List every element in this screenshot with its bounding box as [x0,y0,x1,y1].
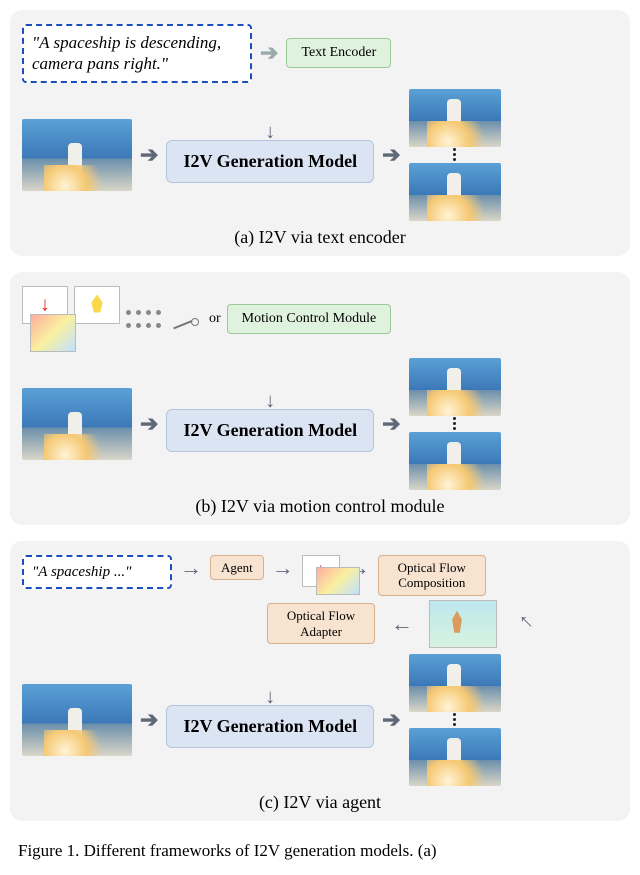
input-image [22,684,132,756]
text-prompt: "A spaceship is descending, camera pans … [22,24,252,83]
model-col: ↓ I2V Generation Model [166,126,374,183]
panel-c-top-row: "A spaceship ..." → Agent → → Optical Fl… [22,555,618,596]
control-thumbs [22,286,120,352]
output-frame [409,654,501,712]
panel-b-top-row: or Motion Control Module [22,286,618,352]
panel-b: or Motion Control Module ➔ ↓ I2V Generat… [10,272,630,525]
panel-c-caption: (c) I2V via agent [22,792,618,813]
arrow-down-icon: ↓ [265,691,275,703]
arrow-right-icon: → [272,555,294,581]
dots-icon [126,310,161,315]
output-frames [409,654,501,786]
text-encoder-box: Text Encoder [286,38,391,68]
or-label: or [209,311,221,327]
arrow-right-icon: ➔ [140,707,158,733]
model-col: ↓ I2V Generation Model [166,395,374,452]
output-frame [409,728,501,786]
flow-thumb [316,567,360,595]
agent-box: Agent [210,555,264,581]
flow-thumb [30,314,76,352]
mask-thumb [74,286,120,324]
panel-c-mid-row: Optical Flow Adapter ← → [22,600,618,648]
arrow-right-icon: ➔ [382,142,400,168]
input-image [22,388,132,460]
arrow-left-icon: ← [391,611,413,637]
output-frames [409,89,501,221]
output-frames [409,358,501,490]
sparse-thumbs [302,555,340,592]
output-frame [409,432,501,490]
panel-a-model-row: ➔ ↓ I2V Generation Model ➔ [22,89,618,221]
panel-a: "A spaceship is descending, camera pans … [10,10,630,256]
figure-caption: Figure 1. Different frameworks of I2V ge… [10,837,630,865]
optical-flow-composition-box: Optical Flow Composition [378,555,486,596]
model-col: ↓ I2V Generation Model [166,691,374,748]
text-prompt: "A spaceship ..." [22,555,172,590]
arrow-right-icon: ➔ [382,411,400,437]
arrow-right-icon: ➔ [260,40,278,66]
dense-flow-thumb [429,600,497,648]
arrow-right-icon: → [180,555,202,581]
vdots-icon [453,416,456,432]
i2v-model-box: I2V Generation Model [166,409,374,452]
arrow-right-icon: ➔ [140,411,158,437]
vdots-icon [453,147,456,163]
switch-icon [167,306,203,332]
i2v-model-box: I2V Generation Model [166,705,374,748]
i2v-model-box: I2V Generation Model [166,140,374,183]
arrow-right-icon: ➔ [382,707,400,733]
arrow-down-icon: ↓ [265,126,275,138]
panel-b-caption: (b) I2V via motion control module [22,496,618,517]
dots-icon [126,323,161,328]
arrow-right-icon: ➔ [140,142,158,168]
panel-a-caption: (a) I2V via text encoder [22,227,618,248]
panel-a-top-row: "A spaceship is descending, camera pans … [22,24,618,83]
motion-control-box: Motion Control Module [227,304,392,334]
output-frame [409,358,501,416]
vdots-icon [453,712,456,728]
input-image [22,119,132,191]
dots-col [126,307,161,331]
panel-c: "A spaceship ..." → Agent → → Optical Fl… [10,541,630,821]
output-frame [409,163,501,221]
output-frame [409,89,501,147]
optical-flow-adapter-box: Optical Flow Adapter [267,603,375,644]
panel-b-model-row: ➔ ↓ I2V Generation Model ➔ [22,358,618,490]
arrow-down-icon: ↓ [265,395,275,407]
panel-c-model-row: ➔ ↓ I2V Generation Model ➔ [22,654,618,786]
arrow-diag-icon: → [507,607,541,641]
